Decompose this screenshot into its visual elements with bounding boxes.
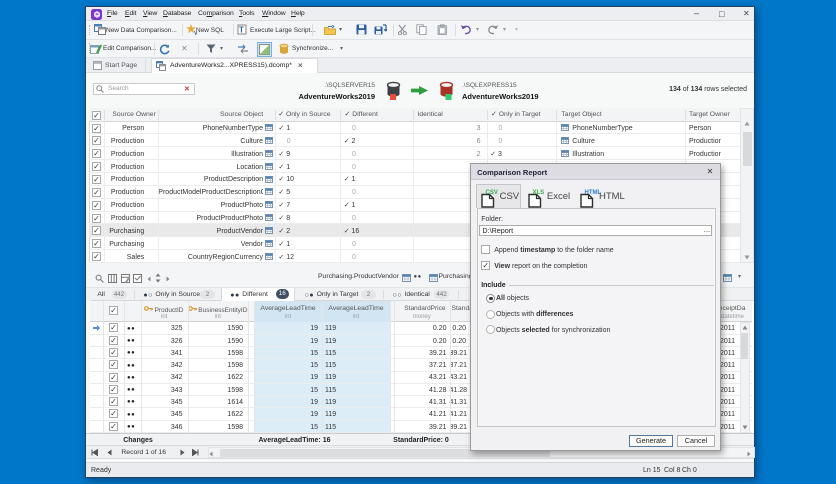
svg-text:CSV: CSV <box>485 190 497 196</box>
svg-text:XLS: XLS <box>532 190 544 196</box>
svg-text:T: T <box>239 26 244 35</box>
